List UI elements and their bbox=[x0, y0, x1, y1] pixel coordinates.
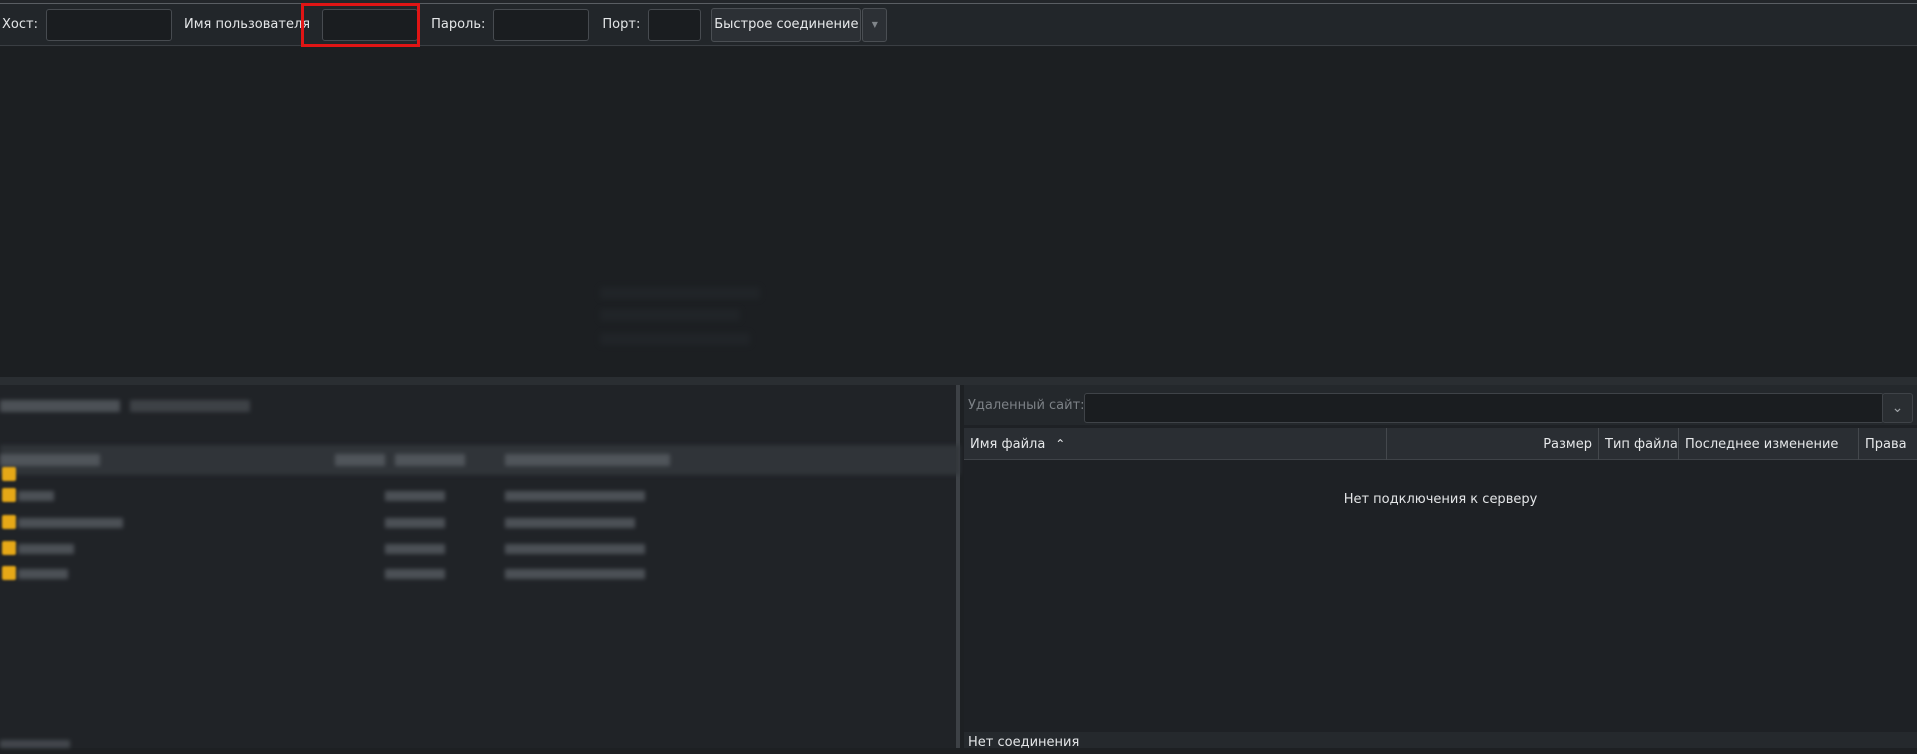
blurred-file-type bbox=[385, 569, 445, 579]
remote-site-history-dropdown[interactable]: ⌄ bbox=[1882, 393, 1913, 423]
message-log bbox=[0, 47, 1917, 377]
blurred-header-text bbox=[0, 454, 100, 466]
username-label: Имя пользователя bbox=[183, 17, 311, 32]
blurred-file-type bbox=[385, 518, 445, 528]
blurred-log-line bbox=[600, 333, 750, 345]
blurred-local-site-label bbox=[0, 400, 120, 412]
host-label: Хост: bbox=[2, 17, 38, 32]
remote-column-headers: Имя файла ⌃ Размер Тип файла Последнее и… bbox=[964, 428, 1917, 460]
blurred-log-line bbox=[600, 309, 740, 321]
username-input[interactable] bbox=[322, 8, 419, 41]
blurred-file-name bbox=[18, 544, 74, 554]
folder-icon bbox=[2, 541, 16, 555]
sort-ascending-icon: ⌃ bbox=[1055, 437, 1066, 451]
blurred-file-type bbox=[385, 491, 445, 501]
remote-site-path-input[interactable] bbox=[1084, 393, 1884, 423]
folder-icon bbox=[2, 515, 16, 529]
remote-status-bar: Нет соединения bbox=[964, 732, 1917, 750]
blurred-header-text bbox=[335, 454, 385, 466]
blurred-header-text bbox=[505, 454, 670, 466]
blurred-file-date bbox=[505, 491, 645, 501]
chevron-down-icon: ▼ bbox=[871, 20, 878, 29]
port-label: Порт: bbox=[602, 17, 641, 32]
quickconnect-button[interactable]: Быстрое соединение bbox=[711, 7, 862, 42]
password-label: Пароль: bbox=[431, 17, 486, 32]
column-header-permissions[interactable]: Права bbox=[1859, 428, 1917, 460]
blurred-local-header bbox=[0, 445, 960, 475]
blurred-file-name bbox=[18, 569, 68, 579]
folder-icon bbox=[2, 566, 16, 580]
not-connected-message: Нет подключения к серверу bbox=[1343, 492, 1538, 507]
folder-icon bbox=[2, 467, 16, 481]
remote-site-bar: Удаленный сайт: ⌄ bbox=[964, 385, 1917, 425]
column-header-size[interactable]: Размер bbox=[1387, 428, 1599, 460]
blurred-header-text bbox=[395, 454, 465, 466]
quickconnect-history-dropdown[interactable]: ▼ bbox=[862, 7, 888, 42]
blurred-local-status bbox=[0, 740, 70, 748]
blurred-log-line bbox=[600, 287, 760, 299]
blurred-file-name bbox=[18, 518, 123, 528]
column-header-filetype[interactable]: Тип файла bbox=[1599, 428, 1679, 460]
blurred-file-date bbox=[505, 518, 635, 528]
password-input[interactable] bbox=[493, 8, 590, 41]
blurred-local-path bbox=[130, 400, 250, 412]
column-header-filename[interactable]: Имя файла ⌃ bbox=[964, 428, 1387, 460]
remote-file-pane: Удаленный сайт: ⌄ Имя файла ⌃ Размер Тип… bbox=[964, 385, 1917, 750]
blurred-file-type bbox=[385, 544, 445, 554]
local-file-pane bbox=[0, 385, 960, 748]
blurred-file-name bbox=[18, 491, 54, 501]
port-input[interactable] bbox=[648, 8, 702, 41]
host-input[interactable] bbox=[45, 8, 172, 41]
remote-site-label: Удаленный сайт: bbox=[968, 397, 1085, 413]
column-header-last-modified[interactable]: Последнее изменение bbox=[1679, 428, 1859, 460]
folder-icon bbox=[2, 488, 16, 502]
chevron-down-icon: ⌄ bbox=[1891, 400, 1904, 416]
quickconnect-bar: Хост: Имя пользователя Пароль: Порт: Быс… bbox=[0, 4, 1917, 46]
blurred-file-date bbox=[505, 544, 645, 554]
remote-status-text: Нет соединения bbox=[968, 735, 1080, 750]
blurred-file-date bbox=[505, 569, 645, 579]
horizontal-splitter[interactable] bbox=[0, 377, 1917, 385]
